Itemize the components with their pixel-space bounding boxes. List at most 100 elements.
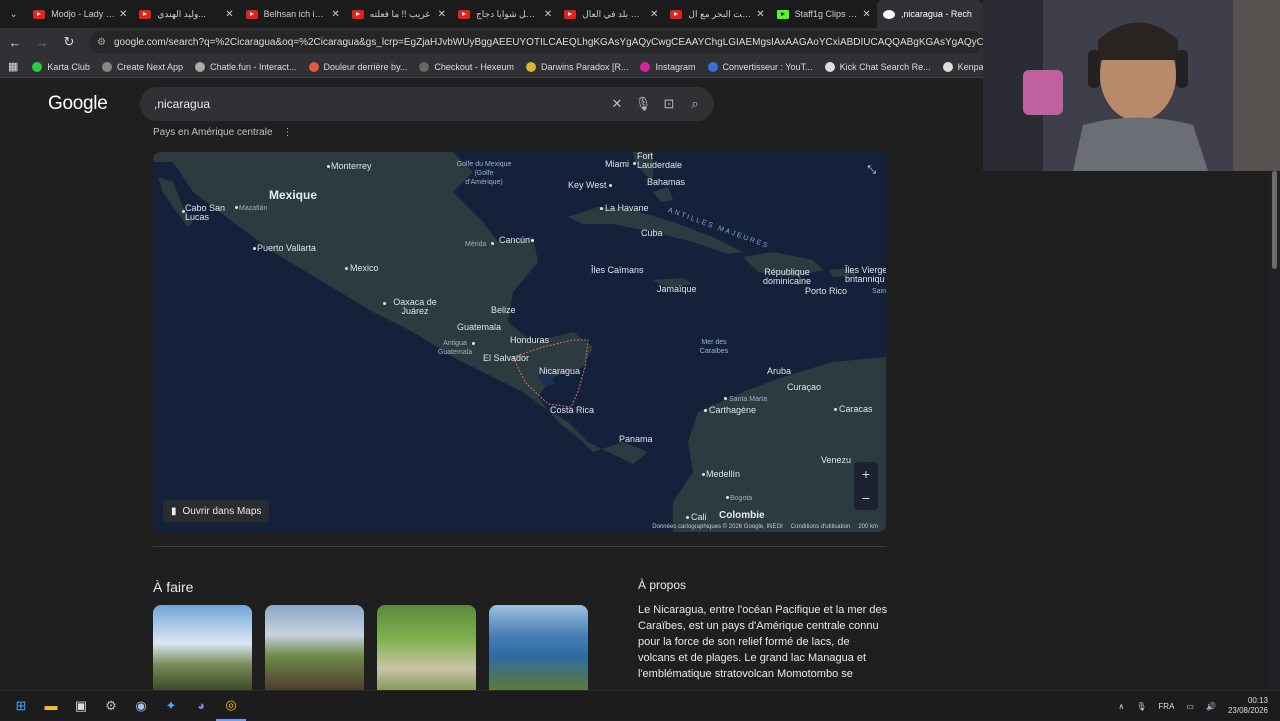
bookmark-item[interactable]: Douleur derrière by... <box>308 61 407 72</box>
url-input[interactable]: ⚙ google.com/search?q=%2Cicaragua&oq=%2C… <box>89 31 983 53</box>
language-indicator[interactable]: FRA <box>1158 702 1174 711</box>
close-icon[interactable]: ✕ <box>119 9 127 20</box>
bookmark-item[interactable]: Kick Chat Search Re... <box>824 61 931 72</box>
map-label: Golfe du Mexique (Golfe d'Amérique) <box>456 161 512 186</box>
windows-start-icon[interactable]: ⊞ <box>6 691 36 721</box>
bookmark-item[interactable]: Chatle.fun - Interact... <box>194 61 297 72</box>
todo-card-image[interactable] <box>377 605 476 690</box>
close-icon[interactable]: ✕ <box>650 9 658 20</box>
close-icon[interactable]: ✕ <box>438 9 446 20</box>
city-dot <box>726 496 729 499</box>
windows-taskbar: ⊞ ▬ ▣ ⚙ ◉ ✦ ◕ ◎ ∧ 🎙 FRA ▭ 🔊 00:13 23/08/2… <box>0 690 1280 721</box>
youtube-icon <box>139 9 152 19</box>
bookmark-item[interactable]: Checkout - Hexeum <box>419 61 514 72</box>
microphone-icon[interactable]: 🎙 <box>1136 702 1146 711</box>
map-label: Curaçao <box>787 382 822 392</box>
search-box[interactable]: ,nicaragua ✕ 🎙 ⊡ ⌕ <box>140 87 714 121</box>
map-label: La Havane <box>605 203 649 213</box>
tab-2[interactable]: Belhsan ich ichi... ✕ <box>240 0 346 28</box>
todo-card-image[interactable] <box>265 605 364 690</box>
volume-icon[interactable]: 🔊 <box>1206 702 1216 711</box>
network-icon[interactable]: ▭ <box>1186 702 1194 711</box>
search-input[interactable]: ,nicaragua <box>154 97 604 111</box>
clock-time: 00:13 <box>1247 696 1268 705</box>
map-label: Costa Rica <box>550 405 595 415</box>
city-dot <box>834 408 837 411</box>
close-icon[interactable]: ✕ <box>225 9 233 20</box>
google-logo[interactable]: Google <box>48 93 108 115</box>
scrollbar-thumb[interactable] <box>1272 171 1277 269</box>
todo-card-image[interactable] <box>489 605 588 690</box>
apps-grid-icon[interactable]: ▦ <box>8 60 18 73</box>
tab-1[interactable]: وليد الهندي... ✕ <box>133 0 239 28</box>
tab-6[interactable]: دخلت البحر مع ال ✕ <box>664 0 770 28</box>
clear-icon[interactable]: ✕ <box>604 96 630 112</box>
chevron-up-icon[interactable]: ∧ <box>1118 702 1124 711</box>
file-explorer-icon[interactable]: ▬ <box>36 691 66 721</box>
city-dot <box>704 409 707 412</box>
zoom-in-icon[interactable]: + <box>862 466 870 482</box>
tab-title: افضل شوايا دجاج <box>476 8 540 19</box>
lens-camera-icon[interactable]: ⊡ <box>656 96 682 112</box>
reload-icon[interactable]: ↻ <box>57 30 81 54</box>
bookmark-item[interactable]: Create Next App <box>101 61 183 72</box>
map-panel[interactable]: ⤡ Mexique Monterrey Cabo San Lucas Mazat… <box>153 152 886 532</box>
page-scrollbar[interactable] <box>1268 171 1280 690</box>
steam-icon[interactable]: ◉ <box>126 691 156 721</box>
open-in-maps-button[interactable]: ▮ Ouvrir dans Maps <box>163 500 270 522</box>
close-icon[interactable]: ✕ <box>756 9 764 20</box>
tab-5[interactable]: أجمل بلد في العال ✕ <box>558 0 664 28</box>
settings-gear-icon[interactable]: ⚙ <box>96 691 126 721</box>
terms-link[interactable]: Conditions d'utilisation <box>791 524 851 530</box>
youtube-icon <box>351 9 364 19</box>
google-icon <box>882 9 895 19</box>
tab-0[interactable]: Modjo - Lady (He ✕ <box>27 0 133 28</box>
bookmark-label: Instagram <box>655 61 696 72</box>
bookmark-favicon-icon <box>32 61 43 72</box>
todo-card-image[interactable] <box>153 605 252 690</box>
tab-title: Staff1g Clips - W <box>794 9 859 19</box>
more-options-icon[interactable]: ⋮ <box>283 127 293 138</box>
battlenet-icon[interactable]: ✦ <box>156 691 186 721</box>
map-label: Mer des Caraïbes <box>699 339 729 355</box>
bookmark-favicon-icon <box>308 61 319 72</box>
microphone-icon[interactable]: 🎙 <box>630 96 656 112</box>
tab-7[interactable]: Staff1g Clips - W ✕ <box>771 0 877 28</box>
address-bar: ← → ↻ ⚙ google.com/search?q=%2Cicaragua&… <box>0 28 983 56</box>
map-label: Cabo San Lucas <box>185 203 226 222</box>
city-dot <box>633 162 636 165</box>
tab-3[interactable]: غريب !! ما فعلته ✕ <box>346 0 452 28</box>
tab-8-active[interactable]: ,nicaragua - Rech <box>876 0 984 28</box>
zoom-out-icon[interactable]: − <box>862 490 870 506</box>
forward-arrow-icon[interactable]: → <box>30 30 54 54</box>
back-arrow-icon[interactable]: ← <box>3 30 27 54</box>
clock[interactable]: 00:13 23/08/2026 <box>1228 696 1268 716</box>
discord-icon[interactable]: ◕ <box>186 691 216 721</box>
search-icon[interactable]: ⌕ <box>682 96 708 112</box>
bookmark-item[interactable]: Convertisseur : YouT... <box>707 61 813 72</box>
tab-4[interactable]: افضل شوايا دجاج ✕ <box>452 0 558 28</box>
map-label: Puerto Vallarta <box>257 243 316 253</box>
map-label: Mérida <box>465 241 487 248</box>
close-icon[interactable]: ✕ <box>544 9 552 20</box>
collapse-map-icon[interactable]: ⤡ <box>867 164 876 177</box>
tab-title: أجمل بلد في العال <box>582 8 647 19</box>
map-label: Bogota <box>730 495 753 502</box>
map-label: Antigua Guatemala <box>437 340 473 356</box>
map-label: Monterrey <box>331 161 372 171</box>
bookmark-item[interactable]: Instagram <box>640 61 696 72</box>
section-divider <box>153 546 886 547</box>
bookmark-item[interactable]: Karta Club <box>32 61 90 72</box>
map-label: Aruba <box>767 366 792 376</box>
tab-search-chevron-icon[interactable]: ⌄ <box>0 0 27 28</box>
bookmark-item[interactable]: Kenpachi Zaraki Ble... <box>942 61 983 72</box>
tab-title: غريب !! ما فعلته <box>369 8 431 19</box>
store-icon[interactable]: ▣ <box>66 691 96 721</box>
map-icon: ▮ <box>171 505 177 517</box>
site-info-icon[interactable]: ⚙ <box>97 37 106 48</box>
close-icon[interactable]: ✕ <box>862 9 870 20</box>
chrome-icon[interactable]: ◎ <box>216 691 246 721</box>
close-icon[interactable]: ✕ <box>331 9 339 20</box>
bookmarks-bar: ▦ Karta Club Create Next App Chatle.fun … <box>0 56 983 78</box>
bookmark-item[interactable]: Darwins Paradox [R... <box>525 61 628 72</box>
